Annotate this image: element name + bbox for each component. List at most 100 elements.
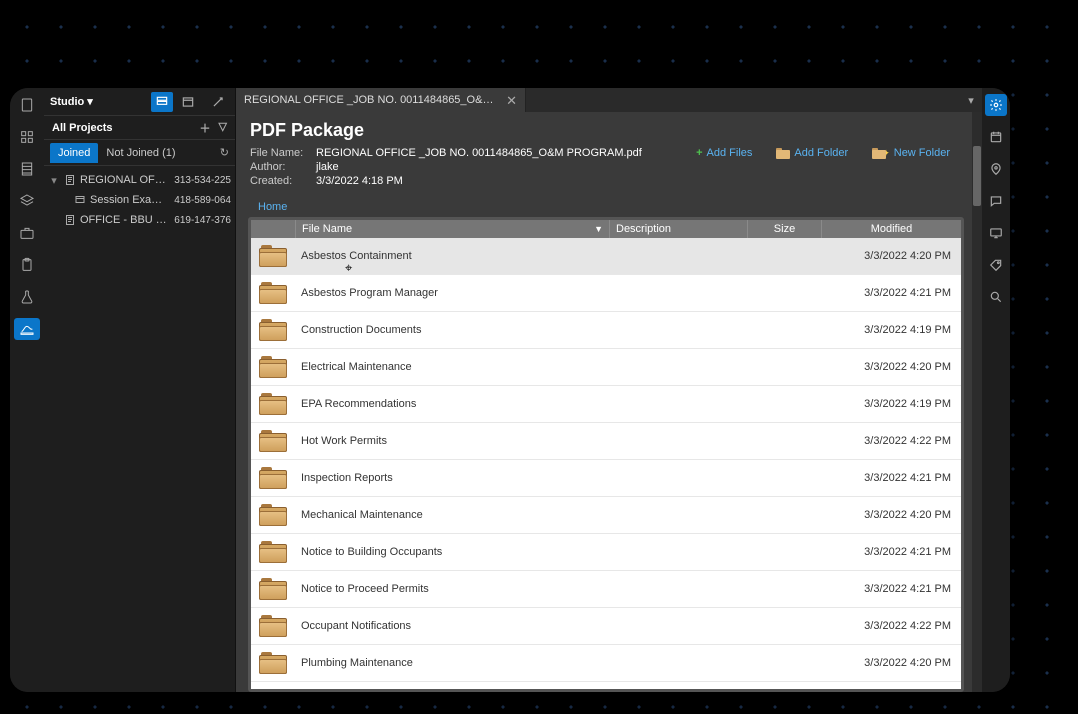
col-name-header[interactable]: File Name ▼ xyxy=(295,220,609,238)
row-name-cell: Occupant Notifications xyxy=(295,620,609,632)
vertical-scrollbar[interactable] xyxy=(972,112,982,692)
studio-icon[interactable] xyxy=(14,318,40,340)
pin-icon[interactable] xyxy=(985,158,1007,180)
meta-and-actions: File Name: REGIONAL OFFICE _JOB NO. 0011… xyxy=(248,147,970,187)
scrollbar-thumb[interactable] xyxy=(973,146,981,206)
app-window: Studio ▾ All Projects ＋ ▽ Joined Not Joi… xyxy=(10,88,1010,692)
table-row[interactable]: Notice to Proceed Permits3/3/2022 4:21 P… xyxy=(251,571,961,608)
meta-filename-value: REGIONAL OFFICE _JOB NO. 0011484865_O&M … xyxy=(316,147,642,159)
table-row[interactable]: Construction Documents3/3/2022 4:19 PM xyxy=(251,312,961,349)
add-project-icon[interactable]: ＋ xyxy=(200,120,211,136)
row-icon-cell xyxy=(251,356,295,378)
row-mod-cell: 3/3/2022 4:21 PM xyxy=(821,472,961,484)
grid-body[interactable]: Asbestos Containment3/3/2022 4:20 PM⌖Asb… xyxy=(251,238,961,689)
row-name-cell: Construction Documents xyxy=(295,324,609,336)
table-row[interactable]: Asbestos Program Manager3/3/2022 4:21 PM xyxy=(251,275,961,312)
folder-icon xyxy=(259,356,287,378)
grid-icon[interactable] xyxy=(14,126,40,148)
folder-icon xyxy=(259,393,287,415)
col-desc-label: Description xyxy=(616,223,671,235)
row-name-cell: Notice to Proceed Permits xyxy=(295,583,609,595)
flask-icon[interactable] xyxy=(14,286,40,308)
project-number: 313-534-225 xyxy=(174,175,231,186)
col-desc-header[interactable]: Description xyxy=(609,220,747,238)
new-folder-link[interactable]: ✦New Folder xyxy=(872,147,950,159)
col-size-header[interactable]: Size xyxy=(747,220,821,238)
briefcase-icon[interactable] xyxy=(14,222,40,244)
table-row[interactable]: Occupant Notifications3/3/2022 4:22 PM xyxy=(251,608,961,645)
close-icon[interactable]: ✕ xyxy=(506,94,517,107)
row-name-cell: Asbestos Program Manager xyxy=(295,287,609,299)
folder-icon xyxy=(259,319,287,341)
tree-expand-icon[interactable]: ▾ xyxy=(48,174,60,187)
breadcrumb: Home xyxy=(258,201,970,213)
table-row[interactable]: Asbestos Containment3/3/2022 4:20 PM⌖ xyxy=(251,238,961,275)
all-projects-header: All Projects ＋ ▽ xyxy=(44,116,235,140)
folder-icon xyxy=(259,245,287,267)
add-files-link[interactable]: + Add Files xyxy=(696,147,752,159)
file-icon[interactable] xyxy=(14,94,40,116)
new-folder-label: New Folder xyxy=(894,147,950,159)
project-number: 619-147-376 xyxy=(174,215,231,226)
main-area: REGIONAL OFFICE _JOB NO. 0011484865_O&M … xyxy=(236,88,982,692)
file-grid: File Name ▼ Description Size Modified Asb… xyxy=(248,217,964,692)
meta-author-label: Author: xyxy=(250,161,312,173)
table-row[interactable]: Notice to Building Occupants3/3/2022 4:2… xyxy=(251,534,961,571)
project-tree-row[interactable]: OFFICE - BBU T5 Job No... 619-147-376 xyxy=(44,210,235,230)
filter-icon[interactable]: ▽ xyxy=(219,120,227,136)
studio-dropdown[interactable]: Studio ▾ xyxy=(50,95,93,108)
clipboard-icon[interactable] xyxy=(14,254,40,276)
col-mod-header[interactable]: Modified xyxy=(821,220,961,238)
col-name-label: File Name xyxy=(302,223,352,235)
project-tree-row[interactable]: ▾ REGIONAL OFFICE TER... 313-534-225 xyxy=(44,170,235,190)
tabs-chevron-down-icon[interactable]: ▾ xyxy=(960,88,982,112)
calendar-icon[interactable] xyxy=(985,126,1007,148)
breadcrumb-home-link[interactable]: Home xyxy=(258,201,287,213)
folder-icon xyxy=(259,504,287,526)
projects-panel: Studio ▾ All Projects ＋ ▽ Joined Not Joi… xyxy=(44,88,236,692)
monitor-icon[interactable] xyxy=(985,222,1007,244)
add-files-label: Add Files xyxy=(707,147,753,159)
sheets-icon[interactable] xyxy=(14,158,40,180)
row-icon-cell xyxy=(251,467,295,489)
row-mod-cell: 3/3/2022 4:19 PM xyxy=(821,398,961,410)
plus-icon: + xyxy=(696,147,702,159)
table-row[interactable]: Inspection Reports3/3/2022 4:21 PM xyxy=(251,460,961,497)
folder-icon xyxy=(259,652,287,674)
tab-joined[interactable]: Joined xyxy=(50,143,98,163)
gear-icon[interactable] xyxy=(985,94,1007,116)
sort-desc-icon: ▼ xyxy=(594,224,603,234)
package-content: PDF Package File Name: REGIONAL OFFICE _… xyxy=(236,112,982,692)
row-mod-cell: 3/3/2022 4:20 PM xyxy=(821,509,961,521)
add-folder-link[interactable]: Add Folder xyxy=(776,147,848,159)
table-row[interactable]: Hot Work Permits3/3/2022 4:22 PM xyxy=(251,423,961,460)
all-projects-label: All Projects xyxy=(52,122,113,134)
panel-mode-window-icon[interactable] xyxy=(177,92,199,112)
meta-author-value: jlake xyxy=(316,161,642,173)
tabs-spacer xyxy=(526,88,960,112)
project-label: OFFICE - BBU T5 Job No... xyxy=(80,214,170,226)
document-tabs: REGIONAL OFFICE _JOB NO. 0011484865_O&M … xyxy=(236,88,982,112)
studio-label: Studio xyxy=(50,96,84,108)
table-row[interactable]: Mechanical Maintenance3/3/2022 4:20 PM xyxy=(251,497,961,534)
right-icon-rail xyxy=(982,88,1010,692)
refresh-icon[interactable]: ↻ xyxy=(220,146,229,159)
panel-wand-icon[interactable] xyxy=(207,92,229,112)
project-tree-row[interactable]: Session Example418-589-064 xyxy=(44,190,235,210)
tab-not-joined[interactable]: Not Joined (1) xyxy=(98,143,183,163)
comment-icon[interactable] xyxy=(985,190,1007,212)
layers-icon[interactable] xyxy=(14,190,40,212)
search-icon[interactable] xyxy=(985,286,1007,308)
table-row[interactable]: Plumbing Maintenance3/3/2022 4:20 PM xyxy=(251,645,961,682)
folder-icon xyxy=(259,541,287,563)
row-icon-cell xyxy=(251,541,295,563)
project-label: REGIONAL OFFICE TER... xyxy=(80,174,170,186)
tag-icon[interactable] xyxy=(985,254,1007,276)
project-icon xyxy=(64,174,76,186)
panel-mode-list-icon[interactable] xyxy=(151,92,173,112)
col-size-label: Size xyxy=(774,223,795,235)
col-icon-header[interactable] xyxy=(251,220,295,238)
document-tab[interactable]: REGIONAL OFFICE _JOB NO. 0011484865_O&M … xyxy=(236,88,526,112)
table-row[interactable]: Electrical Maintenance3/3/2022 4:20 PM xyxy=(251,349,961,386)
table-row[interactable]: EPA Recommendations3/3/2022 4:19 PM xyxy=(251,386,961,423)
